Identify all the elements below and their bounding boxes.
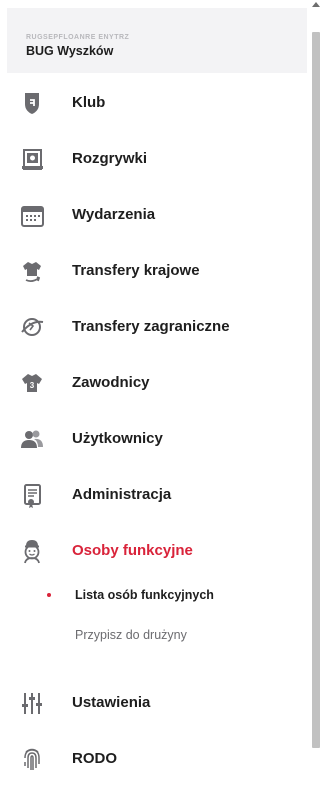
competitions-icon xyxy=(17,144,47,174)
menu-label: Wydarzenia xyxy=(72,206,156,223)
svg-text:3: 3 xyxy=(30,381,35,390)
menu-label: Transfery zagraniczne xyxy=(72,318,230,335)
menu-label: Użytkownicy xyxy=(72,430,163,447)
club-name: BUG Wyszków xyxy=(26,44,114,58)
menu-item-transfery-krajowe[interactable]: Transfery krajowe xyxy=(0,252,300,292)
menu-label: RODO xyxy=(72,750,117,767)
menu-label: Administracja xyxy=(72,486,172,503)
menu-item-ustawienia[interactable]: Ustawienia xyxy=(0,684,300,724)
menu-item-uzytkownicy[interactable]: Użytkownicy xyxy=(0,420,300,460)
menu-item-administracja[interactable]: Administracja xyxy=(0,476,300,516)
submenu-item-lista-osob[interactable]: Lista osób funkcyjnych xyxy=(0,582,300,610)
jersey-transfer-icon xyxy=(17,256,47,286)
club-header[interactable]: RUGSEPFLOANRE ENYTRZ BUG Wyszków xyxy=(7,8,307,73)
submenu-label: Przypisz do drużyny xyxy=(75,628,187,642)
globe-transfer-icon xyxy=(17,312,47,342)
menu-item-transfery-zagraniczne[interactable]: Transfery zagraniczne xyxy=(0,308,300,348)
shield-icon xyxy=(17,88,47,118)
menu-label: Osoby funkcyjne xyxy=(72,542,193,559)
bullet-icon xyxy=(47,593,51,597)
menu-item-osoby-funkcyjne[interactable]: Osoby funkcyjne xyxy=(0,532,300,572)
jersey-icon: 3 xyxy=(17,368,47,398)
submenu-item-przypisz[interactable]: Przypisz do drużyny xyxy=(0,622,300,650)
menu-label: Zawodnicy xyxy=(72,374,150,391)
fingerprint-icon xyxy=(17,744,47,774)
document-icon xyxy=(17,480,47,510)
menu-item-klub[interactable]: Klub xyxy=(0,84,300,124)
scroll-up-arrow-icon[interactable] xyxy=(312,2,320,7)
club-subtitle: RUGSEPFLOANRE ENYTRZ xyxy=(26,34,130,41)
menu-label: Klub xyxy=(72,94,106,111)
menu-item-zawodnicy[interactable]: 3 Zawodnicy xyxy=(0,364,300,404)
menu-item-rozgrywki[interactable]: Rozgrywki xyxy=(0,140,300,180)
menu-label: Ustawienia xyxy=(72,694,151,711)
menu-item-wydarzenia[interactable]: Wydarzenia xyxy=(0,196,300,236)
submenu-label: Lista osób funkcyjnych xyxy=(75,588,214,602)
menu-item-rodo[interactable]: RODO xyxy=(0,740,300,780)
scrollbar[interactable] xyxy=(310,0,322,787)
scroll-thumb[interactable] xyxy=(312,32,320,748)
users-icon xyxy=(17,424,47,454)
calendar-icon xyxy=(17,200,47,230)
menu-label: Rozgrywki xyxy=(72,150,148,167)
sliders-icon xyxy=(17,688,47,718)
referee-icon xyxy=(17,536,47,566)
menu-label: Transfery krajowe xyxy=(72,262,200,279)
